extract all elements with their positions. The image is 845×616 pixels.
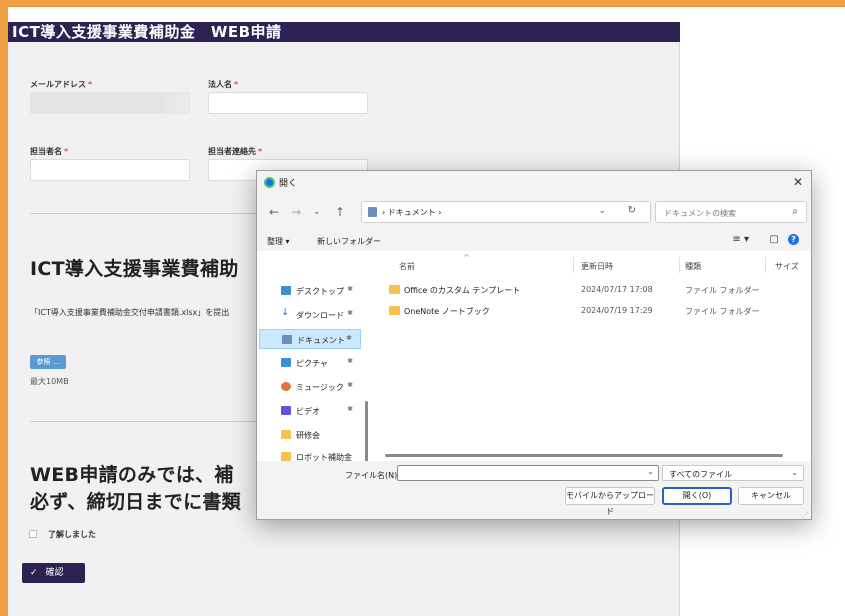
dialog-footer: ファイル名(N): ⌄ すべてのファイル ⌄ モバイルからアップロード 開く(O…: [257, 461, 811, 519]
confirm-label: 確認: [45, 568, 64, 578]
pictures-icon: [281, 358, 291, 367]
file-list: 名前 ^ 更新日時 種類 サイズ Office のカスタム テンプレート 202…: [373, 251, 811, 461]
file-row[interactable]: Office のカスタム テンプレート 2024/07/17 17:08 ファイ…: [373, 281, 803, 299]
resize-grip-icon[interactable]: ⋰: [802, 511, 809, 519]
open-button[interactable]: 開く(O): [662, 487, 732, 505]
pin-icon: ✱: [347, 357, 353, 365]
sidebar-item-desktop[interactable]: デスクトップ ✱: [259, 281, 361, 301]
sidebar-item-downloads[interactable]: ↓ ダウンロード ✱: [259, 305, 361, 325]
column-header-modified[interactable]: 更新日時: [581, 261, 613, 272]
filename-label: ファイル名(N):: [345, 471, 400, 480]
section2-line2: 必ず、締切日までに書類: [30, 491, 241, 513]
file-list-scrollbar[interactable]: [385, 454, 783, 457]
column-divider: [765, 257, 766, 273]
filetype-select[interactable]: すべてのファイル ⌄: [662, 465, 804, 481]
sidebar-item-documents[interactable]: ドキュメント ✱: [259, 329, 361, 349]
column-header-size[interactable]: サイズ: [775, 261, 799, 272]
folder-icon: [389, 306, 400, 315]
frame-left-border: [0, 0, 8, 616]
chevron-down-icon[interactable]: ⌄: [647, 467, 654, 476]
filename-input[interactable]: ⌄: [397, 465, 659, 481]
company-field[interactable]: [208, 92, 368, 114]
new-folder-button[interactable]: 新しいフォルダー: [317, 236, 381, 247]
search-placeholder: ドキュメントの検索: [664, 209, 736, 218]
dialog-titlebar: 開く ✕: [257, 171, 811, 195]
documents-icon: [368, 207, 377, 217]
folder-icon: [281, 430, 291, 439]
documents-icon: [282, 335, 292, 344]
forward-arrow-icon[interactable]: →: [291, 205, 301, 219]
desktop-icon: [281, 286, 291, 295]
file-row[interactable]: OneNote ノートブック 2024/07/19 17:29 ファイル フォル…: [373, 302, 803, 320]
pin-icon: ✱: [347, 309, 353, 317]
company-label: 法人名 *: [208, 80, 239, 89]
column-divider: [573, 257, 574, 273]
refresh-icon[interactable]: ↻: [628, 205, 636, 216]
contact-label: 担当者連絡先 *: [208, 147, 263, 156]
sidebar-item-music[interactable]: ミュージック ✱: [259, 377, 361, 397]
address-bar[interactable]: › ドキュメント › ⌄ ↻: [361, 201, 651, 223]
preview-pane-icon[interactable]: ▢: [770, 234, 779, 245]
dialog-toolbar: 整理 ▾ 新しいフォルダー ≡ ▾ ▢ ?: [257, 229, 811, 251]
music-icon: [281, 382, 291, 391]
section2-line1: WEB申請のみでは、補: [30, 464, 234, 486]
section1-text: 「ICT導入支援事業費補助金交付申請書類.xlsx」を提出: [30, 308, 230, 317]
navigation-pane: デスクトップ ✱ ↓ ダウンロード ✱ ドキュメント ✱ ピクチャ ✱ ミュージ…: [257, 251, 368, 463]
column-header-name[interactable]: 名前: [399, 261, 415, 272]
browse-button[interactable]: 参照 ...: [30, 355, 66, 369]
section1-title: ICT導入支援事業費補助: [30, 258, 239, 280]
pin-icon: ✱: [346, 334, 352, 342]
sidebar-scrollbar[interactable]: [365, 401, 368, 463]
sort-caret-icon: ^: [463, 253, 470, 262]
upload-from-mobile-button[interactable]: モバイルからアップロード: [565, 487, 655, 516]
browser-icon: [264, 177, 275, 188]
pin-icon: ✱: [347, 285, 353, 293]
close-icon[interactable]: ✕: [793, 175, 803, 189]
column-header-type[interactable]: 種類: [685, 261, 701, 272]
organize-menu[interactable]: 整理 ▾: [267, 236, 290, 247]
divider: [30, 213, 260, 214]
confirm-button[interactable]: ✓ 確認: [22, 563, 85, 583]
sidebar-item-pictures[interactable]: ピクチャ ✱: [259, 353, 361, 373]
column-divider: [679, 257, 680, 273]
recent-chevron-icon[interactable]: ⌄: [313, 207, 321, 217]
pin-icon: ✱: [347, 381, 353, 389]
person-field[interactable]: [30, 159, 190, 181]
pin-icon: ✱: [347, 405, 353, 413]
agree-label: 了解しました: [48, 530, 96, 539]
download-icon: ↓: [281, 307, 290, 318]
view-options-icon[interactable]: ≡ ▾: [732, 234, 749, 245]
search-icon[interactable]: ⌕: [792, 206, 798, 217]
back-arrow-icon[interactable]: ←: [269, 205, 279, 219]
person-label: 担当者名 *: [30, 147, 69, 156]
email-label: メールアドレス *: [30, 80, 93, 89]
cancel-button[interactable]: キャンセル: [738, 487, 804, 505]
open-file-dialog: 開く ✕ ← → ⌄ ↑ › ドキュメント › ⌄ ↻ ドキュメントの検索 ⌕ …: [256, 170, 812, 520]
help-icon[interactable]: ?: [788, 234, 799, 245]
chevron-down-icon[interactable]: ⌄: [598, 206, 606, 216]
frame-top-line: [8, 6, 845, 7]
dialog-title: 開く: [279, 179, 298, 189]
max-size-text: 最大10MB: [30, 377, 69, 386]
folder-icon: [281, 452, 291, 461]
video-icon: [281, 406, 291, 415]
up-arrow-icon[interactable]: ↑: [335, 205, 345, 219]
email-field[interactable]: [30, 92, 190, 114]
search-input[interactable]: ドキュメントの検索 ⌕: [655, 201, 807, 223]
page-title: ICT導入支援事業費補助金 WEB申請: [8, 22, 680, 42]
sidebar-item-video[interactable]: ビデオ ✱: [259, 401, 361, 421]
agree-checkbox[interactable]: [29, 530, 37, 538]
sidebar-item-folder[interactable]: 研修会: [259, 425, 361, 445]
divider: [30, 421, 260, 422]
address-path: › ドキュメント ›: [382, 208, 442, 217]
folder-icon: [389, 285, 400, 294]
check-icon: ✓: [30, 568, 38, 578]
chevron-down-icon: ⌄: [791, 468, 798, 477]
